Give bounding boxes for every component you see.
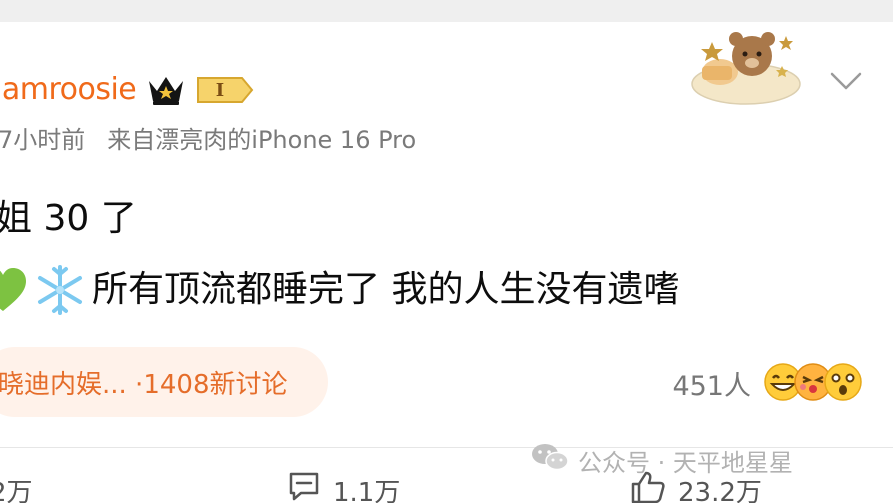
level-badge: I (196, 76, 254, 104)
crown-icon (146, 73, 186, 107)
astonished-face-icon (824, 363, 862, 401)
card-badge-image[interactable] (688, 26, 804, 108)
chevron-down-icon[interactable] (829, 70, 863, 96)
username[interactable]: iamroosie (0, 70, 137, 110)
reaction-faces (763, 360, 863, 406)
green-heart-icon (0, 267, 28, 313)
comment-icon (287, 471, 321, 503)
reaction-count: 451人 (672, 370, 751, 402)
snowflake-icon (34, 264, 86, 316)
topic-pill[interactable]: 晓迪内娱... ·1408新讨论 (0, 347, 328, 417)
author-row: iamroosie I (0, 70, 254, 110)
repost-button[interactable]: 2万 (0, 470, 33, 503)
post-source: 来自漂亮肉的iPhone 16 Pro (107, 126, 417, 154)
comment-button[interactable]: 1.1万 (287, 470, 400, 503)
comment-count: 1.1万 (333, 477, 401, 503)
like-button[interactable]: 23.2万 (630, 470, 762, 503)
like-count: 23.2万 (678, 477, 762, 503)
post-meta: 7小时前 来自漂亮肉的iPhone 16 Pro (0, 124, 416, 156)
post-text-line-2: 所有顶流都睡完了 我的人生没有遗嗜 (0, 264, 679, 316)
topic-label: 晓迪内娱... ·1408新讨论 (0, 369, 288, 400)
action-bar: 2万 1.1万 23.2万 (0, 470, 893, 503)
level-badge-text: I (216, 80, 224, 101)
reactions-summary[interactable]: 451人 (672, 358, 863, 408)
post-text-line-2-content: 所有顶流都睡完了 我的人生没有遗嗜 (92, 269, 680, 310)
post-text-line-1: 姐 30 了 (0, 198, 137, 239)
repost-count: 2万 (0, 477, 33, 503)
top-strip (0, 0, 893, 22)
post-time: 7小时前 (0, 126, 86, 154)
thumbs-up-icon (630, 470, 666, 503)
